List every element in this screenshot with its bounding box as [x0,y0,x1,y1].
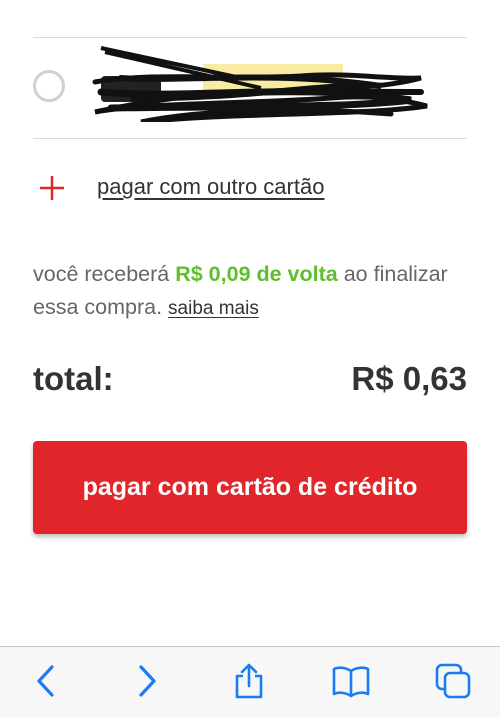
tabs-button[interactable] [433,661,473,701]
cashback-notice: você receberá R$ 0,09 de volta ao finali… [33,258,473,325]
cashback-amount: R$ 0,09 de volta [175,262,338,286]
forward-icon [139,665,156,697]
back-icon [37,665,54,697]
cashback-prefix: você receberá [33,262,176,286]
checkout-page: pagar com outro cartão você receberá R$ … [0,0,500,717]
share-icon [235,663,263,699]
total-row: total: R$ 0,63 [33,360,467,406]
card-radio-button[interactable] [33,70,65,102]
bookmarks-button[interactable] [331,661,371,701]
redacted-card-details [92,46,428,122]
total-label: total: [33,360,114,397]
forward-button[interactable] [128,661,168,701]
learn-more-link[interactable]: saiba mais [168,298,259,319]
total-value: R$ 0,63 [351,360,467,397]
add-other-card-option[interactable]: pagar com outro cartão [33,164,467,212]
back-button[interactable] [25,661,65,701]
plus-icon [40,176,64,200]
share-button[interactable] [229,661,269,701]
pay-with-credit-card-button[interactable]: pagar com cartão de crédito [33,441,467,534]
tabs-icon [435,663,471,699]
bookmarks-icon [332,666,370,698]
middle-divider [33,138,467,139]
browser-toolbar [0,646,500,717]
saved-card-option[interactable] [33,38,467,138]
add-card-link[interactable]: pagar com outro cartão [97,174,324,200]
